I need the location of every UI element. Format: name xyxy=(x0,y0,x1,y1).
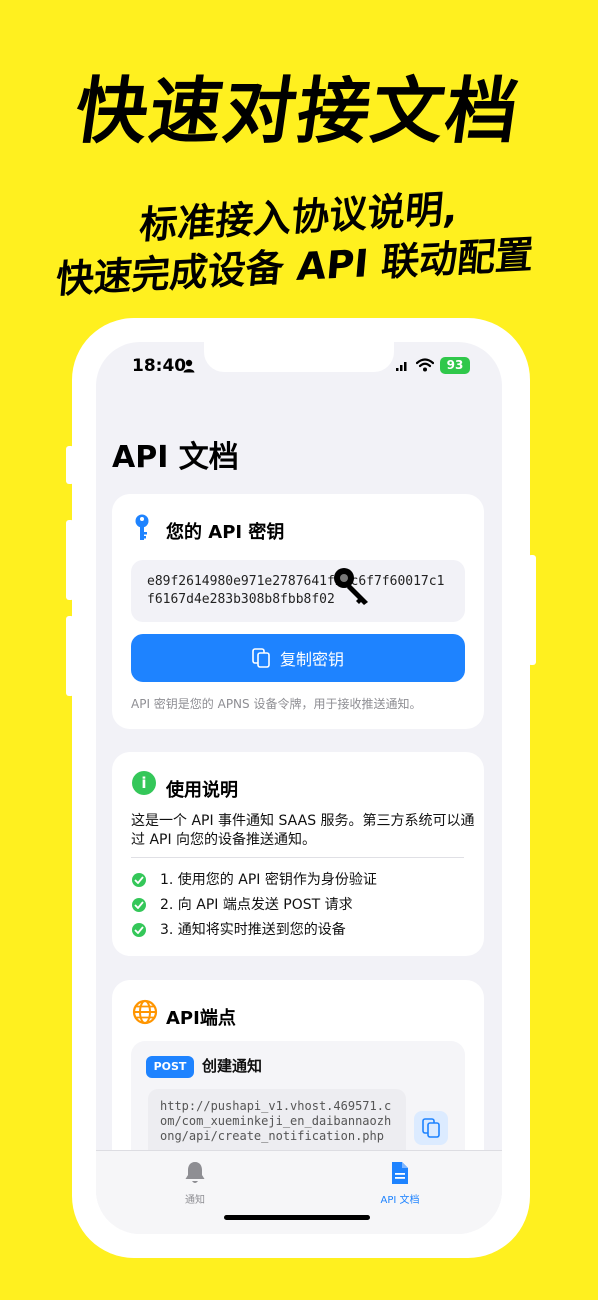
check-icon xyxy=(132,873,146,887)
person-icon xyxy=(183,359,195,373)
promo-headline: 快速对接文档 xyxy=(70,69,526,153)
tab-notifications[interactable]: 通知 xyxy=(135,1161,255,1206)
info-icon: i xyxy=(132,771,156,795)
key-icon xyxy=(135,514,149,540)
endpoint-card-title: API端点 xyxy=(166,1008,236,1029)
copy-icon xyxy=(252,648,270,668)
step-text: 1. 使用您的 API 密钥作为身份验证 xyxy=(160,872,377,888)
globe-icon xyxy=(132,999,158,1025)
phone-side-button xyxy=(66,446,74,484)
wifi-icon xyxy=(416,358,434,372)
method-badge: POST xyxy=(146,1056,194,1078)
document-icon xyxy=(392,1162,408,1184)
copy-key-button[interactable]: 复制密钥 xyxy=(131,634,465,682)
endpoint-name: 创建通知 xyxy=(202,1057,263,1075)
key-cursor-icon xyxy=(334,568,368,605)
copy-icon xyxy=(422,1118,440,1138)
api-key-card: 您的 API 密钥 e89f2614980e971e2787641f2fc6f7… xyxy=(112,494,484,729)
phone-side-button xyxy=(66,520,74,600)
phone-screen: 18:40 93 API 文档 您的 API 密钥 e89f2614980e97… xyxy=(96,342,502,1234)
signal-icon xyxy=(396,362,407,371)
tab-api-docs-label: API 文档 xyxy=(380,1195,420,1206)
phone-side-button xyxy=(528,555,536,665)
usage-card: i 使用说明 这是一个 API 事件通知 SAAS 服务。第三方系统可以通过 A… xyxy=(112,752,484,956)
phone-side-button xyxy=(66,616,74,696)
home-indicator xyxy=(224,1215,370,1220)
usage-description: 这是一个 API 事件通知 SAAS 服务。第三方系统可以通过 API 向您的设… xyxy=(131,813,475,848)
battery-icon: 93 xyxy=(440,357,470,374)
copy-key-button-label: 复制密钥 xyxy=(279,650,344,669)
check-icon xyxy=(132,898,146,912)
tab-api-docs[interactable]: API 文档 xyxy=(340,1161,460,1206)
api-key-value[interactable]: e89f2614980e971e2787641f2fc6f7f60017c1f6… xyxy=(131,560,465,622)
tab-notifications-label: 通知 xyxy=(185,1195,205,1206)
tab-bar: 通知 API 文档 xyxy=(96,1150,502,1234)
status-time: 18:40 xyxy=(132,356,187,376)
api-key-hint: API 密钥是您的 APNS 设备令牌，用于接收推送通知。 xyxy=(131,697,422,711)
bell-icon xyxy=(185,1162,205,1183)
page-title: API 文档 xyxy=(112,440,239,475)
step-text: 2. 向 API 端点发送 POST 请求 xyxy=(160,897,353,913)
copy-url-button[interactable] xyxy=(414,1111,448,1145)
status-bar: 18:40 93 xyxy=(96,342,502,392)
dynamic-island xyxy=(204,342,394,372)
usage-card-title: 使用说明 xyxy=(166,780,238,801)
step-text: 3. 通知将实时推送到您的设备 xyxy=(160,922,346,938)
api-key-card-title: 您的 API 密钥 xyxy=(166,522,285,543)
check-icon xyxy=(132,923,146,937)
divider xyxy=(131,857,464,858)
